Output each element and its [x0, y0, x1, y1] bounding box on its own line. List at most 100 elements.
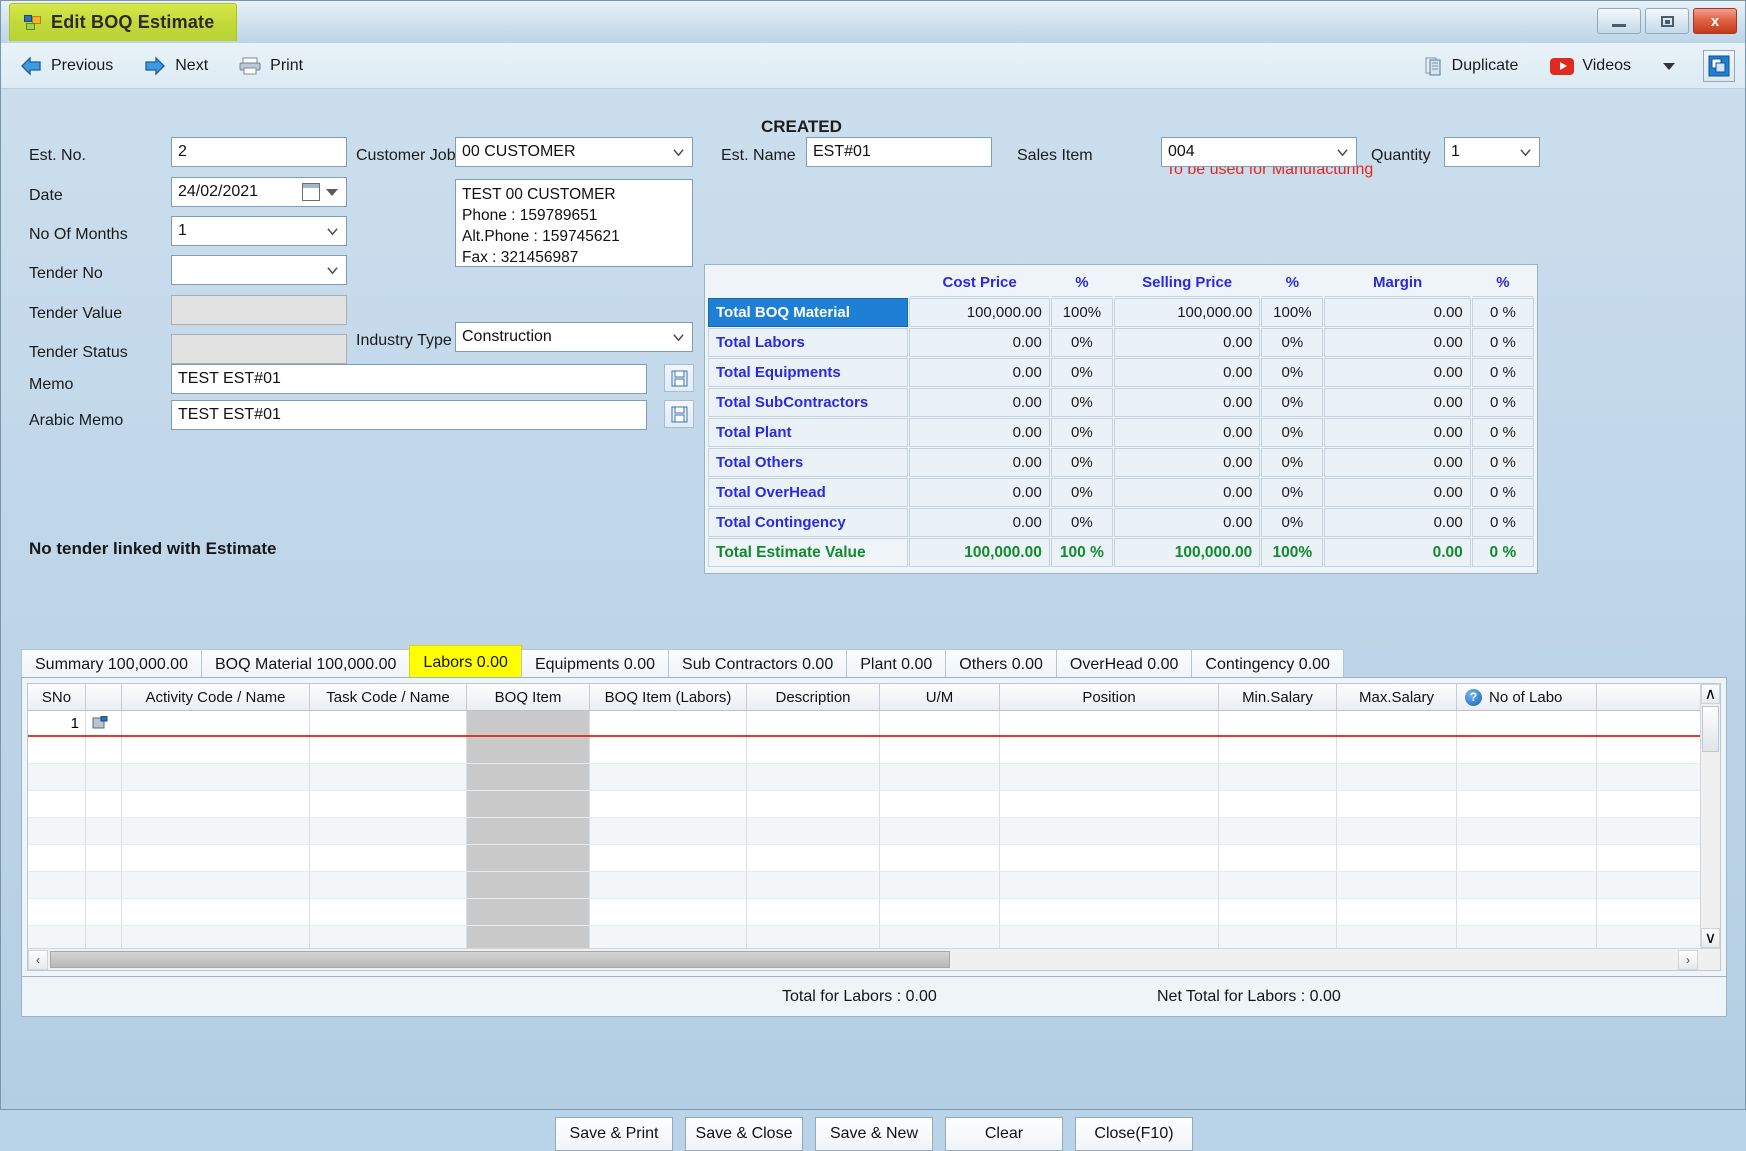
- grid-cell[interactable]: [747, 764, 880, 790]
- tab-overhead[interactable]: OverHead 0.00: [1055, 649, 1193, 679]
- duplicate-button[interactable]: Duplicate: [1412, 53, 1531, 79]
- sales-item-select[interactable]: 004: [1161, 137, 1357, 167]
- summary-row[interactable]: Total SubContractors 0.00 0% 0.00 0% 0.00 0 %: [708, 388, 1534, 417]
- vertical-scrollbar[interactable]: ∧ ∨: [1700, 684, 1720, 948]
- grid-cell[interactable]: [590, 737, 747, 763]
- grid-cell[interactable]: [1000, 791, 1219, 817]
- grid-cell[interactable]: [1337, 872, 1457, 898]
- arabic-memo-save-button[interactable]: [664, 400, 694, 428]
- grid-cell[interactable]: [86, 818, 122, 844]
- grid-cell[interactable]: [1219, 711, 1337, 735]
- no-of-months-select[interactable]: 1: [171, 216, 347, 246]
- grid-cell[interactable]: [28, 737, 86, 763]
- grid-cell[interactable]: [467, 737, 590, 763]
- save-print-button[interactable]: Save & Print: [555, 1117, 673, 1151]
- table-row[interactable]: [28, 791, 1720, 818]
- grid-cell[interactable]: [1219, 899, 1337, 925]
- grid-cell[interactable]: [880, 711, 1000, 735]
- grid-cell[interactable]: [28, 899, 86, 925]
- grid-cell[interactable]: [1337, 845, 1457, 871]
- table-row[interactable]: [28, 764, 1720, 791]
- grid-cell[interactable]: [86, 791, 122, 817]
- grid-cell[interactable]: [467, 899, 590, 925]
- summary-row[interactable]: Total OverHead 0.00 0% 0.00 0% 0.00 0 %: [708, 478, 1534, 507]
- grid-cell[interactable]: [86, 845, 122, 871]
- grid-cell[interactable]: [467, 711, 590, 735]
- grid-cell[interactable]: [310, 791, 467, 817]
- grid-body[interactable]: 1: [28, 711, 1720, 970]
- minimize-button[interactable]: [1597, 8, 1641, 34]
- grid-cell[interactable]: [590, 764, 747, 790]
- grid-cell[interactable]: [310, 899, 467, 925]
- grid-col-boq-item-labors[interactable]: BOQ Item (Labors): [590, 684, 747, 710]
- grid-cell[interactable]: [1000, 899, 1219, 925]
- est-no-input[interactable]: 2: [171, 137, 347, 167]
- scroll-down-button[interactable]: ∨: [1701, 928, 1720, 948]
- table-row[interactable]: [28, 818, 1720, 845]
- row-edit-icon[interactable]: [92, 715, 108, 731]
- grid-cell[interactable]: [310, 872, 467, 898]
- grid-cell[interactable]: [1457, 791, 1597, 817]
- close-button[interactable]: x: [1693, 8, 1737, 34]
- customer-job-select[interactable]: 00 CUSTOMER: [455, 137, 693, 167]
- grid-cell[interactable]: [122, 818, 310, 844]
- summary-row[interactable]: Total Others 0.00 0% 0.00 0% 0.00 0 %: [708, 448, 1534, 477]
- grid-cell[interactable]: [122, 711, 310, 735]
- grid-cell[interactable]: [310, 737, 467, 763]
- grid-cell[interactable]: [1457, 899, 1597, 925]
- help-icon[interactable]: ?: [1465, 688, 1482, 706]
- grid-cell[interactable]: [747, 818, 880, 844]
- grid-cell[interactable]: [1457, 711, 1597, 735]
- grid-cell[interactable]: [747, 872, 880, 898]
- close-f10-button[interactable]: Close(F10): [1075, 1117, 1193, 1151]
- grid-cell[interactable]: [1219, 872, 1337, 898]
- grid-col-blank[interactable]: [86, 684, 122, 710]
- summary-row[interactable]: Total Contingency 0.00 0% 0.00 0% 0.00 0 %: [708, 508, 1534, 537]
- table-row[interactable]: [28, 845, 1720, 872]
- grid-cell[interactable]: [590, 791, 747, 817]
- tab-equipments[interactable]: Equipments 0.00: [520, 649, 670, 679]
- memo-input[interactable]: TEST EST#01: [171, 364, 647, 394]
- grid-cell[interactable]: [1337, 818, 1457, 844]
- calendar-icon[interactable]: [302, 183, 320, 201]
- grid-cell[interactable]: [1000, 711, 1219, 735]
- videos-button[interactable]: Videos: [1538, 54, 1643, 78]
- grid-cell[interactable]: [1219, 791, 1337, 817]
- summary-row[interactable]: Total Plant 0.00 0% 0.00 0% 0.00 0 %: [708, 418, 1534, 447]
- grid-cell[interactable]: [122, 764, 310, 790]
- grid-col-u-m[interactable]: U/M: [880, 684, 1000, 710]
- scroll-right-button[interactable]: ›: [1678, 949, 1698, 970]
- grid-col-position[interactable]: Position: [1000, 684, 1219, 710]
- grid-cell[interactable]: [1457, 845, 1597, 871]
- grid-cell[interactable]: [747, 845, 880, 871]
- grid-cell[interactable]: [28, 818, 86, 844]
- grid-cell[interactable]: [880, 737, 1000, 763]
- grid-cell[interactable]: [28, 845, 86, 871]
- grid-cell[interactable]: [467, 845, 590, 871]
- grid-col-min-salary[interactable]: Min.Salary: [1219, 684, 1337, 710]
- tab-labors[interactable]: Labors 0.00: [409, 645, 522, 679]
- grid-cell[interactable]: [880, 872, 1000, 898]
- grid-cell[interactable]: [1219, 764, 1337, 790]
- grid-cell[interactable]: [122, 737, 310, 763]
- grid-cell[interactable]: [1457, 872, 1597, 898]
- horizontal-scroll-thumb[interactable]: [50, 951, 950, 968]
- grid-cell[interactable]: [1337, 711, 1457, 735]
- toolbar-overflow-button[interactable]: [1651, 60, 1687, 73]
- tab-plant[interactable]: Plant 0.00: [846, 649, 947, 679]
- tab-others[interactable]: Others 0.00: [945, 649, 1057, 679]
- grid-cell[interactable]: [86, 764, 122, 790]
- grid-cell[interactable]: [1000, 764, 1219, 790]
- previous-button[interactable]: Previous: [7, 53, 125, 79]
- grid-cell[interactable]: [1337, 791, 1457, 817]
- table-row[interactable]: [28, 737, 1720, 764]
- print-button[interactable]: Print: [226, 53, 315, 79]
- arabic-memo-input[interactable]: TEST EST#01: [171, 400, 647, 430]
- clear-button[interactable]: Clear: [945, 1117, 1063, 1151]
- scroll-left-button[interactable]: ‹: [28, 949, 48, 970]
- grid-cell[interactable]: [86, 711, 122, 735]
- grid-cell[interactable]: [747, 899, 880, 925]
- horizontal-scrollbar[interactable]: ‹ ›: [28, 948, 1720, 970]
- grid-cell[interactable]: [122, 845, 310, 871]
- grid-cell[interactable]: [28, 872, 86, 898]
